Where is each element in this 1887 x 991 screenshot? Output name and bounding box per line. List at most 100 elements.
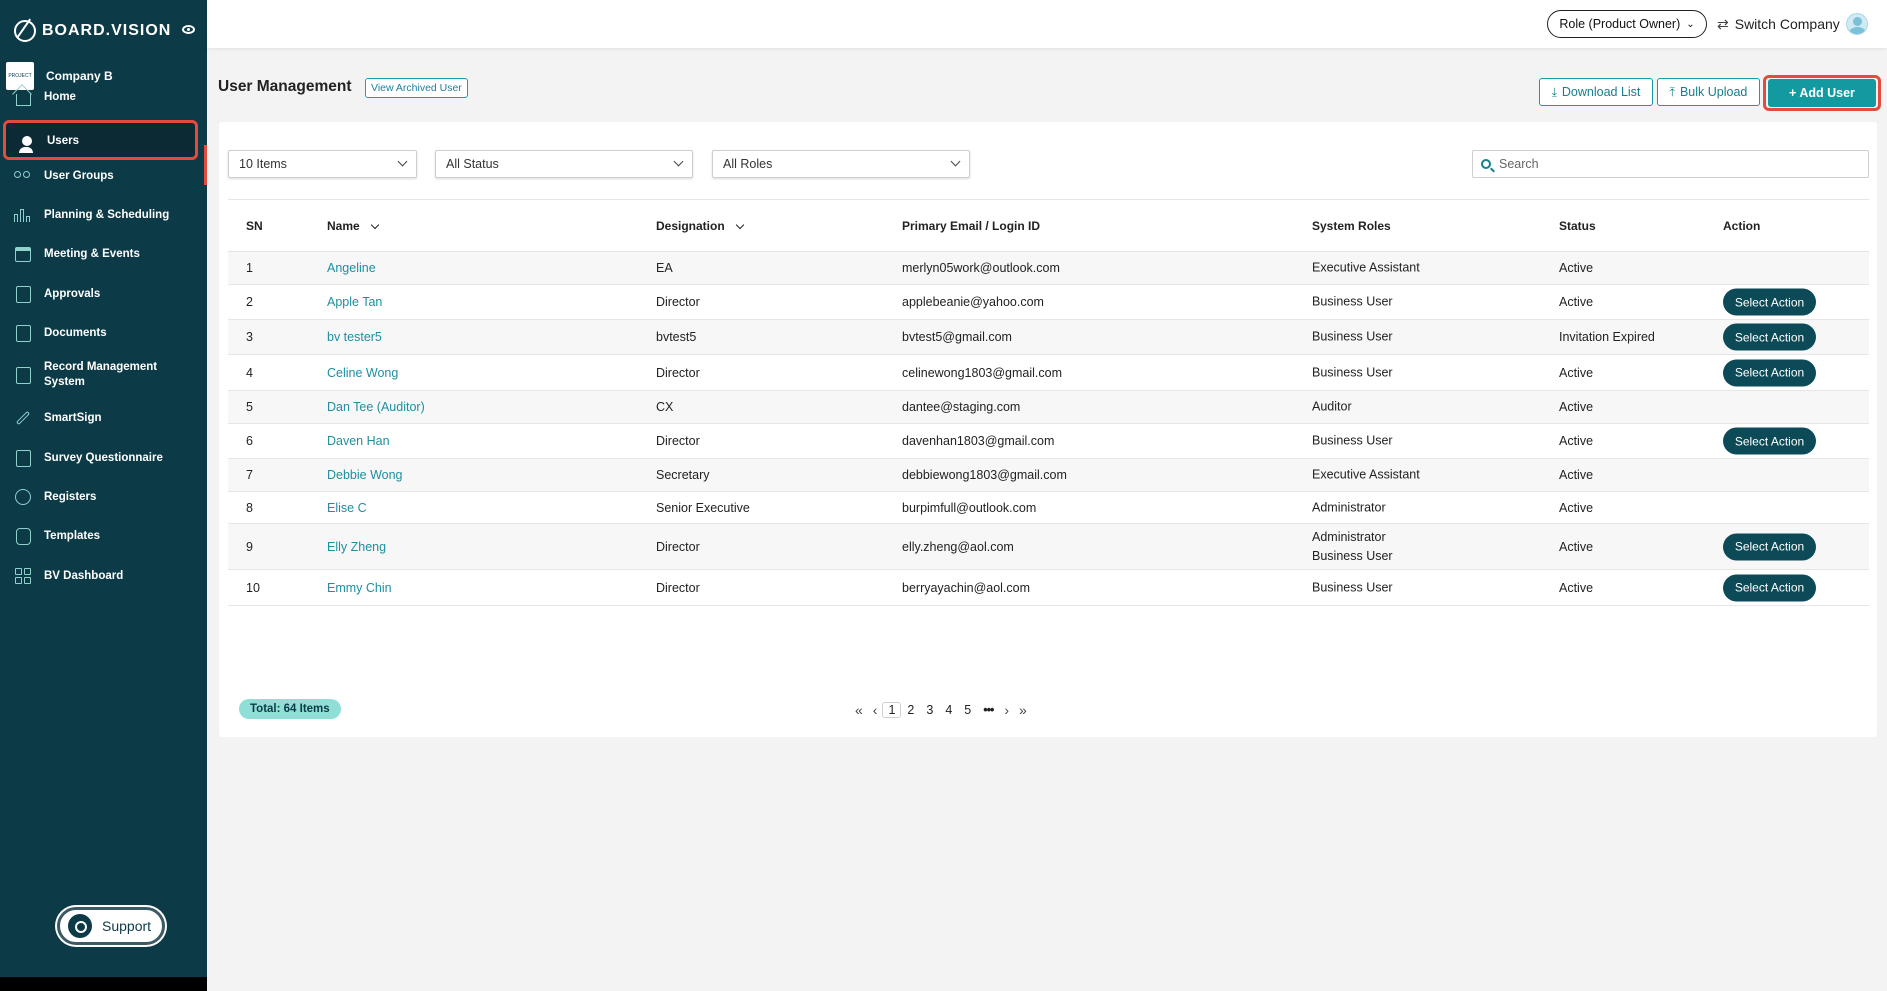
cell-system-roles: Executive Assistant — [1312, 467, 1420, 482]
sidebar-item-documents[interactable]: Documents — [0, 324, 207, 342]
company-name: Company B — [46, 69, 113, 83]
cell-email: dantee@staging.com — [902, 400, 1021, 414]
add-user-button[interactable]: + Add User — [1768, 79, 1876, 107]
record-management-icon — [14, 366, 32, 384]
cell-status: Active — [1559, 580, 1594, 595]
user-name-link[interactable]: bv tester5 — [327, 330, 382, 344]
page-number[interactable]: 2 — [901, 703, 920, 717]
chevron-down-icon — [397, 156, 408, 167]
role-select[interactable]: Role (Product Owner) ⌄ — [1547, 10, 1707, 38]
user-name-link[interactable]: Apple Tan — [327, 295, 382, 309]
cell-designation: Senior Executive — [656, 500, 750, 515]
registers-icon — [14, 488, 32, 506]
cell-sn: 5 — [246, 400, 253, 414]
sort-chevron-icon[interactable] — [735, 220, 744, 229]
user-name-link[interactable]: Elise C — [327, 501, 367, 515]
cell-designation: Director — [656, 434, 700, 448]
next-page-icon[interactable]: › — [999, 702, 1014, 718]
sidebar-item-users[interactable]: Users — [3, 120, 198, 160]
sidebar-item-planning-scheduling[interactable]: Planning & Scheduling — [0, 206, 207, 224]
cell-sn: 6 — [246, 434, 253, 448]
sidebar-item-home[interactable]: Home — [0, 88, 207, 106]
page-number[interactable]: 5 — [958, 703, 977, 717]
sidebar-item-smartsign[interactable]: SmartSign — [0, 409, 207, 427]
switch-company-label: Switch Company — [1734, 16, 1840, 32]
sidebar-item-record-management-system[interactable]: Record Management System — [0, 361, 207, 388]
cell-system-roles: Business User — [1312, 294, 1393, 309]
page-number[interactable]: 4 — [939, 703, 958, 717]
select-action-button[interactable]: Select Action — [1723, 533, 1816, 560]
header-name[interactable]: Name — [327, 219, 379, 233]
bulk-upload-label: Bulk Upload — [1679, 85, 1748, 99]
cell-system-roles: Business User — [1312, 365, 1393, 379]
cell-email: burpimfull@outlook.com — [902, 500, 1037, 515]
sidebar-item-survey-questionnaire[interactable]: Survey Questionnaire — [0, 449, 207, 467]
brand-logo[interactable]: BOARD.VISION — [14, 20, 171, 42]
user-name-link[interactable]: Angeline — [327, 261, 376, 275]
status-filter-select[interactable]: All Status — [435, 150, 693, 178]
sidebar-item-registers[interactable]: Registers — [0, 488, 207, 506]
user-name-link[interactable]: Emmy Chin — [327, 581, 392, 595]
status-filter-value: All Status — [446, 157, 499, 171]
sidebar-item-label: Registers — [44, 490, 97, 503]
page-number[interactable]: 3 — [920, 703, 939, 717]
cell-system-roles: Business User — [1312, 580, 1393, 594]
prev-page-icon[interactable]: ‹ — [868, 702, 883, 718]
table-row: 6 Daven Han Director davenhan1803@gmail.com… — [228, 424, 1869, 459]
page-number[interactable]: 1 — [882, 702, 902, 718]
sidebar-item-label: Meeting & Events — [44, 247, 140, 260]
select-action-button[interactable]: Select Action — [1723, 288, 1816, 316]
search-box — [1472, 150, 1869, 178]
select-action-button[interactable]: Select Action — [1723, 574, 1816, 601]
calendar-icon — [14, 245, 32, 263]
user-name-link[interactable]: Celine Wong — [327, 366, 398, 380]
roles-filter-select[interactable]: All Roles — [712, 150, 970, 178]
roles-filter-value: All Roles — [723, 157, 773, 171]
sidebar-item-approvals[interactable]: Approvals — [0, 285, 207, 303]
first-page-icon[interactable]: « — [850, 702, 868, 718]
user-name-link[interactable]: Dan Tee (Auditor) — [327, 400, 425, 414]
select-action-button[interactable]: Select Action — [1723, 323, 1816, 351]
toggle-view-icon[interactable] — [182, 25, 195, 34]
cell-email: applebeanie@yahoo.com — [902, 295, 1044, 309]
sidebar-item-user-groups[interactable]: User Groups — [0, 167, 207, 185]
sidebar-item-meeting-events[interactable]: Meeting & Events — [0, 245, 207, 263]
cell-sn: 4 — [246, 365, 253, 380]
user-name-link[interactable]: Daven Han — [327, 434, 390, 448]
download-list-button[interactable]: ⤓ Download List — [1539, 78, 1653, 106]
sidebar-item-label: Templates — [44, 529, 101, 542]
select-action-button[interactable]: Select Action — [1723, 359, 1816, 386]
header-designation[interactable]: Designation — [656, 219, 744, 233]
search-input[interactable] — [1499, 157, 1839, 171]
user-name-link[interactable]: Debbie Wong — [327, 468, 403, 482]
cell-designation: Director — [656, 539, 700, 554]
cell-status: Invitation Expired — [1559, 330, 1655, 344]
cell-email: davenhan1803@gmail.com — [902, 434, 1055, 448]
sidebar-item-templates[interactable]: Templates — [0, 527, 207, 545]
user-groups-icon — [14, 167, 32, 185]
table-row: 1 Angeline EA merlyn05work@outlook.com Execu… — [228, 252, 1869, 285]
cell-sn: 1 — [246, 261, 253, 275]
avatar[interactable] — [1845, 13, 1868, 35]
switch-company-button[interactable]: ⇄ Switch Company — [1717, 13, 1868, 35]
cell-sn: 10 — [246, 580, 260, 595]
table-header: SN Name Designation Primary Email / Logi… — [228, 199, 1869, 252]
sort-chevron-icon[interactable] — [370, 220, 379, 229]
bulk-upload-button[interactable]: ⤒ Bulk Upload — [1657, 78, 1760, 106]
sidebar-item-bv-dashboard[interactable]: BV Dashboard — [0, 567, 207, 585]
items-per-page-select[interactable]: 10 Items — [228, 150, 417, 178]
last-page-icon[interactable]: » — [1014, 702, 1032, 718]
support-button[interactable]: Support — [57, 907, 165, 945]
user-name-link[interactable]: Elly Zheng — [327, 540, 386, 554]
more-pages-ellipsis[interactable]: ••• — [977, 703, 999, 717]
support-chat-icon — [68, 914, 92, 938]
select-action-button[interactable]: Select Action — [1723, 427, 1816, 455]
cell-email: berryayachin@aol.com — [902, 580, 1031, 595]
cell-designation: CX — [656, 400, 674, 414]
cell-email: elly.zheng@aol.com — [902, 539, 1014, 554]
role-label: Role (Product Owner) — [1559, 17, 1681, 31]
bar-chart-icon — [14, 206, 32, 224]
cell-system-roles: Auditor — [1312, 399, 1352, 414]
view-archived-user-button[interactable]: View Archived User — [365, 78, 468, 98]
templates-icon — [14, 527, 32, 545]
